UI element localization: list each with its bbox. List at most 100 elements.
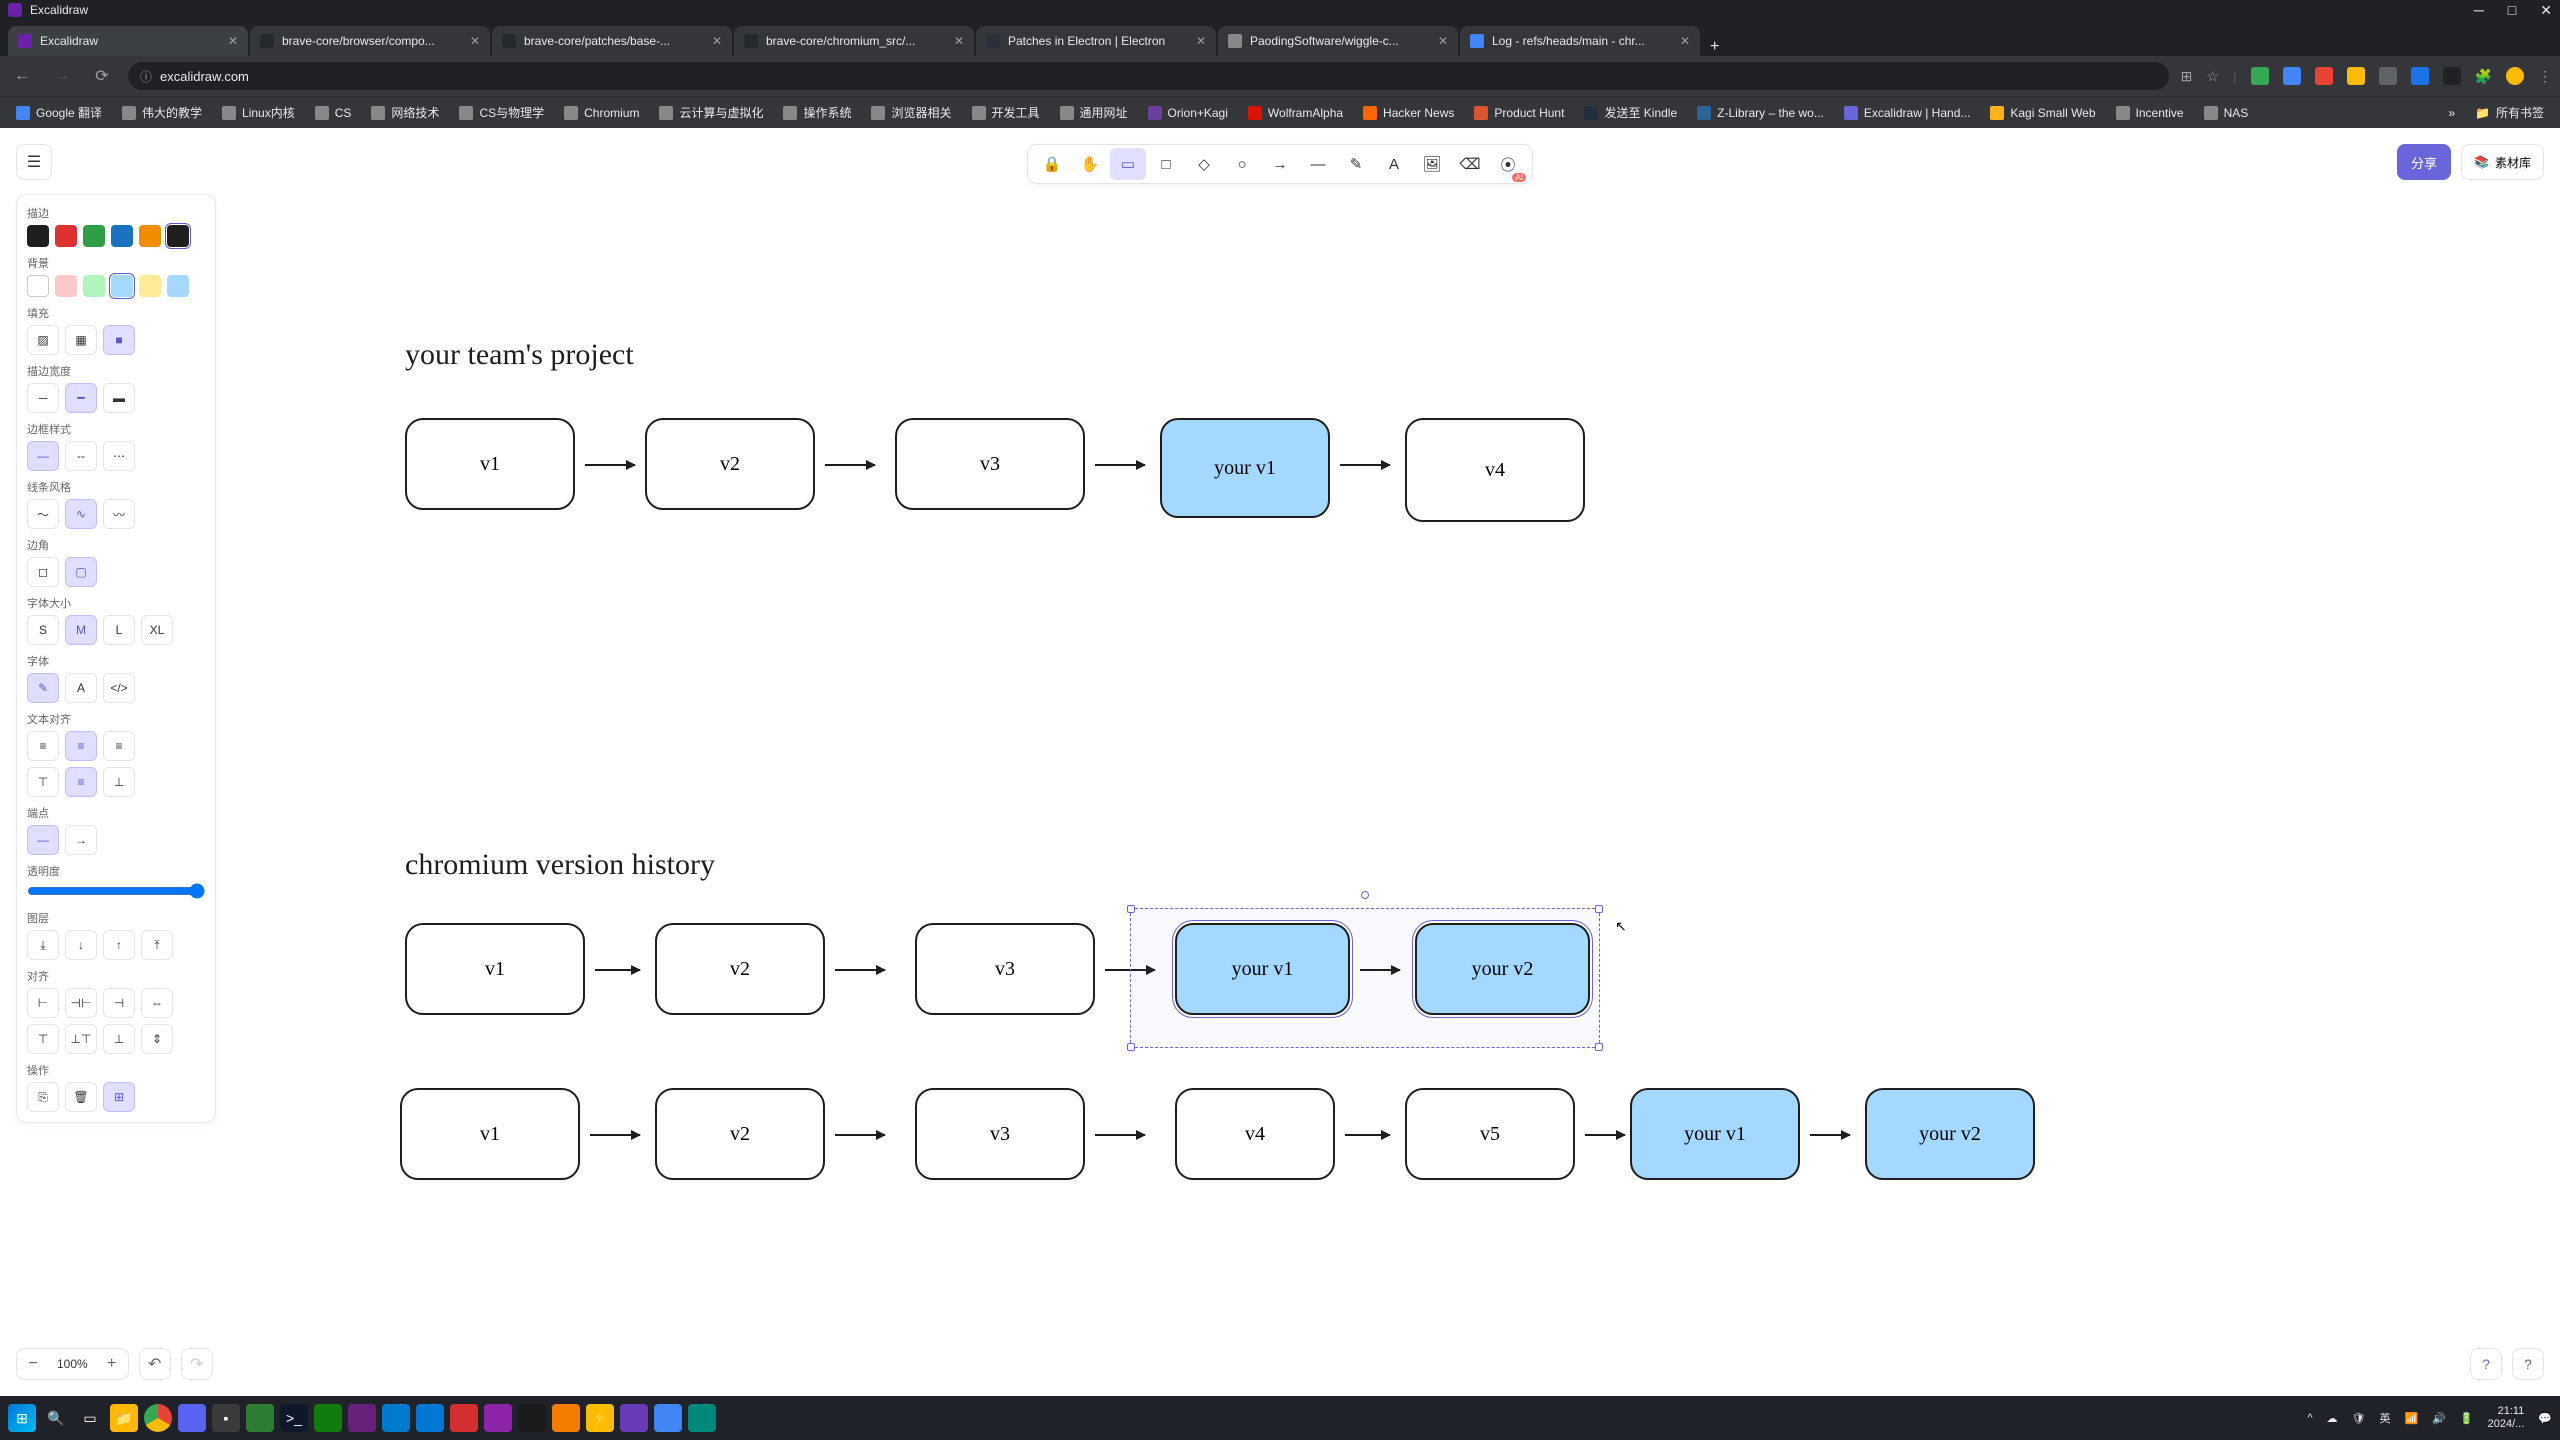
window-close[interactable]: ✕ — [2540, 2, 2552, 19]
canvas-node[interactable]: your v2 — [1865, 1088, 2035, 1180]
bookmark-item[interactable]: Incentive — [2108, 102, 2192, 124]
browser-tab[interactable]: brave-core/chromium_src/...✕ — [734, 26, 974, 56]
tray-expand-icon[interactable]: ^ — [2307, 1412, 2312, 1424]
edge-icon[interactable] — [416, 1404, 444, 1432]
extensions-menu-icon[interactable]: 🧩 — [2475, 68, 2492, 85]
rotate-handle[interactable] — [1361, 891, 1369, 899]
canvas-heading[interactable]: chromium version history — [405, 848, 715, 882]
canvas-node[interactable]: v1 — [405, 418, 575, 510]
app-icon[interactable] — [654, 1404, 682, 1432]
window-maximize[interactable]: □ — [2508, 2, 2516, 19]
extension-icon[interactable] — [2411, 67, 2429, 85]
bookmark-item[interactable]: CS — [307, 102, 360, 124]
bookmark-item[interactable]: 通用网址 — [1052, 100, 1136, 125]
app-icon[interactable] — [484, 1404, 512, 1432]
start-button[interactable]: ⊞ — [8, 1404, 36, 1432]
bookmark-item[interactable]: Orion+Kagi — [1140, 102, 1236, 124]
canvas-arrow[interactable] — [1095, 464, 1145, 466]
canvas-arrow[interactable] — [835, 1134, 885, 1136]
close-icon[interactable]: ✕ — [1438, 34, 1448, 48]
all-bookmarks[interactable]: 📁所有书签 — [2467, 100, 2552, 125]
tray-volume-icon[interactable]: 🔊 — [2432, 1412, 2446, 1425]
task-view-icon[interactable]: ▭ — [76, 1404, 104, 1432]
close-icon[interactable]: ✕ — [1196, 34, 1206, 48]
canvas-arrow[interactable] — [1360, 969, 1400, 971]
browser-tab[interactable]: brave-core/browser/compo...✕ — [250, 26, 490, 56]
bookmark-item[interactable]: CS与物理学 — [451, 100, 552, 125]
tray-ime[interactable]: 英 — [2379, 1410, 2390, 1426]
close-icon[interactable]: ✕ — [954, 34, 964, 48]
visual-studio-icon[interactable] — [348, 1404, 376, 1432]
app-icon[interactable] — [314, 1404, 342, 1432]
canvas-node[interactable]: your v1 — [1175, 923, 1350, 1015]
canvas-node[interactable]: v2 — [655, 1088, 825, 1180]
app-icon[interactable] — [518, 1404, 546, 1432]
bookmark-item[interactable]: 发送至 Kindle — [1576, 100, 1685, 125]
extension-icon[interactable] — [2251, 67, 2269, 85]
tray-defender-icon[interactable]: 🛡 — [2352, 1412, 2366, 1425]
window-minimize[interactable]: ─ — [2474, 2, 2484, 19]
bookmark-item[interactable]: NAS — [2196, 102, 2257, 124]
canvas-node[interactable]: v3 — [895, 418, 1085, 510]
zoom-value[interactable]: 100% — [49, 1357, 96, 1371]
bookmark-item[interactable]: 网络技术 — [363, 100, 447, 125]
app-icon[interactable] — [450, 1404, 478, 1432]
extension-icon[interactable] — [2347, 67, 2365, 85]
canvas-arrow[interactable] — [1810, 1134, 1850, 1136]
app-icon[interactable]: ⚡ — [586, 1404, 614, 1432]
bookmark-item[interactable]: 伟大的教学 — [114, 100, 210, 125]
bookmark-item[interactable]: 浏览器相关 — [863, 100, 959, 125]
browser-tab[interactable]: Patches in Electron | Electron✕ — [976, 26, 1216, 56]
url-input[interactable]: ⓘ excalidraw.com — [128, 62, 2169, 90]
canvas-node[interactable]: v2 — [645, 418, 815, 510]
close-icon[interactable]: ✕ — [1680, 34, 1690, 48]
bookmark-item[interactable]: 操作系统 — [775, 100, 859, 125]
close-icon[interactable]: ✕ — [228, 34, 238, 48]
bookmark-item[interactable]: Kagi Small Web — [1982, 102, 2103, 124]
canvas[interactable]: your team's project v1 v2 v3 your v1 v4 … — [0, 128, 2560, 1396]
help-button[interactable]: ? — [2470, 1348, 2502, 1380]
new-tab-button[interactable]: + — [1702, 38, 1727, 56]
app-icon[interactable] — [688, 1404, 716, 1432]
canvas-arrow[interactable] — [1345, 1134, 1390, 1136]
extension-icon[interactable] — [2443, 67, 2461, 85]
close-icon[interactable]: ✕ — [712, 34, 722, 48]
browser-tab[interactable]: Excalidraw✕ — [8, 26, 248, 56]
resize-handle[interactable] — [1127, 905, 1135, 913]
tray-wifi-icon[interactable]: 📶 — [2404, 1412, 2418, 1425]
canvas-arrow[interactable] — [825, 464, 875, 466]
canvas-arrow[interactable] — [835, 969, 885, 971]
bookmark-item[interactable]: Linux内核 — [214, 100, 303, 125]
bookmark-item[interactable]: Google 翻译 — [8, 100, 110, 125]
zoom-out-button[interactable]: − — [17, 1355, 49, 1373]
profile-avatar[interactable] — [2506, 67, 2524, 85]
bookmark-star-icon[interactable]: ☆ — [2206, 68, 2219, 85]
canvas-node[interactable]: your v2 — [1415, 923, 1590, 1015]
bookmark-item[interactable]: Z-Library – the wo... — [1689, 102, 1832, 124]
canvas-arrow[interactable] — [590, 1134, 640, 1136]
bookmark-item[interactable]: Hacker News — [1355, 102, 1462, 124]
install-app-icon[interactable]: ⊞ — [2181, 68, 2193, 85]
browser-tab[interactable]: Log - refs/heads/main - chr...✕ — [1460, 26, 1700, 56]
bookmark-item[interactable]: Chromium — [556, 102, 647, 124]
bookmarks-overflow[interactable]: » — [2440, 102, 2463, 124]
canvas-node[interactable]: v5 — [1405, 1088, 1575, 1180]
app-icon[interactable] — [552, 1404, 580, 1432]
extension-icon[interactable] — [2315, 67, 2333, 85]
vscode-icon[interactable] — [382, 1404, 410, 1432]
canvas-node[interactable]: v1 — [405, 923, 585, 1015]
bookmark-item[interactable]: WolframAlpha — [1240, 102, 1351, 124]
undo-button[interactable]: ↶ — [139, 1348, 171, 1380]
browser-tab[interactable]: brave-core/patches/base-...✕ — [492, 26, 732, 56]
resize-handle[interactable] — [1127, 1043, 1135, 1051]
canvas-arrow[interactable] — [1585, 1134, 1625, 1136]
help-button-2[interactable]: ? — [2512, 1348, 2544, 1380]
bookmark-item[interactable]: 云计算与虚拟化 — [651, 100, 771, 125]
browser-tab[interactable]: PaodingSoftware/wiggle-c...✕ — [1218, 26, 1458, 56]
file-explorer-icon[interactable]: 📁 — [110, 1404, 138, 1432]
browser-menu-icon[interactable]: ⋮ — [2538, 68, 2552, 85]
site-info-icon[interactable]: ⓘ — [140, 68, 152, 85]
tray-battery-icon[interactable]: 🔋 — [2460, 1412, 2474, 1425]
bookmark-item[interactable]: Product Hunt — [1466, 102, 1572, 124]
reload-button[interactable]: ⟳ — [88, 66, 116, 86]
